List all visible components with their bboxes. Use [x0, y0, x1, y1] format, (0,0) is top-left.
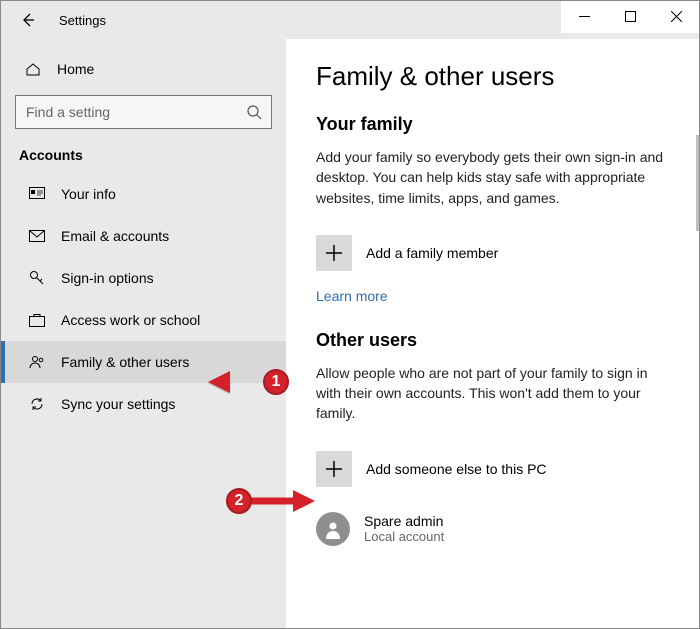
- minimize-button[interactable]: [561, 1, 607, 31]
- nav-label: Family & other users: [61, 354, 189, 370]
- nav-sync-settings[interactable]: Sync your settings: [1, 383, 286, 425]
- back-button[interactable]: [11, 3, 45, 37]
- mail-icon: [27, 230, 47, 242]
- nav-signin-options[interactable]: Sign-in options: [1, 257, 286, 299]
- add-family-member-button[interactable]: Add a family member: [316, 226, 699, 280]
- page-heading: Family & other users: [316, 61, 699, 92]
- search-icon: [243, 104, 265, 120]
- nav-your-info[interactable]: Your info: [1, 173, 286, 215]
- nav-label: Email & accounts: [61, 228, 169, 244]
- home-icon: [23, 61, 43, 77]
- window-controls: [561, 1, 699, 33]
- main-pane: Family & other users Your family Add you…: [286, 39, 699, 628]
- family-section-title: Your family: [316, 114, 699, 135]
- other-users-section-desc: Allow people who are not part of your fa…: [316, 363, 671, 424]
- other-user-type: Local account: [364, 529, 444, 545]
- home-nav[interactable]: Home: [1, 51, 286, 87]
- other-users-section-title: Other users: [316, 330, 699, 351]
- other-user-name: Spare admin: [364, 513, 444, 530]
- sync-icon: [27, 396, 47, 412]
- window-title: Settings: [59, 13, 106, 28]
- add-other-user-button[interactable]: Add someone else to this PC: [316, 442, 699, 496]
- search-box[interactable]: [15, 95, 272, 129]
- people-icon: [27, 354, 47, 370]
- nav-label: Sync your settings: [61, 396, 175, 412]
- nav-label: Your info: [61, 186, 116, 202]
- nav-family-other-users[interactable]: Family & other users: [1, 341, 286, 383]
- nav-email-accounts[interactable]: Email & accounts: [1, 215, 286, 257]
- other-user-row[interactable]: Spare admin Local account: [316, 504, 699, 554]
- search-input[interactable]: [24, 103, 243, 121]
- plus-icon: [316, 451, 352, 487]
- briefcase-icon: [27, 313, 47, 327]
- home-label: Home: [57, 61, 94, 77]
- add-family-label: Add a family member: [366, 245, 498, 261]
- nav-label: Access work or school: [61, 312, 200, 328]
- maximize-button[interactable]: [607, 1, 653, 31]
- scrollbar-thumb[interactable]: [696, 135, 699, 231]
- titlebar: Settings: [1, 1, 699, 39]
- avatar-icon: [316, 512, 350, 546]
- nav-access-work-school[interactable]: Access work or school: [1, 299, 286, 341]
- learn-more-link[interactable]: Learn more: [316, 288, 388, 304]
- key-icon: [27, 270, 47, 286]
- nav-label: Sign-in options: [61, 270, 154, 286]
- add-other-user-label: Add someone else to this PC: [366, 461, 547, 477]
- card-icon: [27, 187, 47, 201]
- category-header: Accounts: [1, 141, 286, 173]
- close-button[interactable]: [653, 1, 699, 31]
- plus-icon: [316, 235, 352, 271]
- family-section-desc: Add your family so everybody gets their …: [316, 147, 671, 208]
- sidebar: Home Accounts Your info: [1, 39, 286, 628]
